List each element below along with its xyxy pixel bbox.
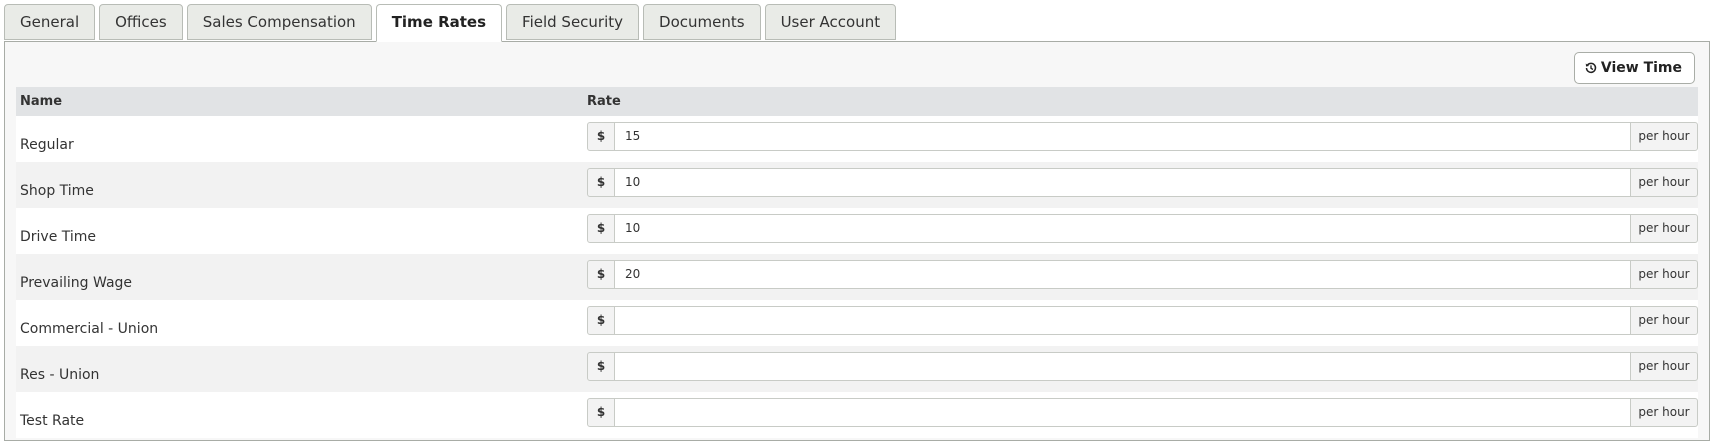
table-row: Shop Time $ per hour — [16, 162, 1698, 208]
view-time-button[interactable]: View Time — [1573, 52, 1695, 84]
table-body: Regular $ per hour Shop Time $ per hour … — [16, 116, 1698, 438]
unit-addon: per hour — [1630, 167, 1698, 197]
currency-addon: $ — [587, 167, 615, 197]
tab-sales-compensation[interactable]: Sales Compensation — [186, 4, 372, 40]
tab-user-account[interactable]: User Account — [764, 4, 897, 40]
rate-input[interactable] — [615, 121, 1630, 151]
rate-input[interactable] — [615, 259, 1630, 289]
rate-name: Shop Time — [20, 183, 94, 199]
table-header: Name Rate — [16, 87, 1698, 116]
rate-name: Res - Union — [20, 367, 100, 383]
rate-name: Commercial - Union — [20, 321, 159, 337]
rate-input-group: $ per hour — [587, 305, 1698, 335]
rate-input[interactable] — [615, 397, 1630, 427]
unit-addon: per hour — [1630, 351, 1698, 381]
rate-input[interactable] — [615, 167, 1630, 197]
rate-input-group: $ per hour — [587, 167, 1698, 197]
rate-input-group: $ per hour — [587, 213, 1698, 243]
table-row: Regular $ per hour — [16, 116, 1698, 162]
table-row: Drive Time $ per hour — [16, 208, 1698, 254]
rate-name: Regular — [20, 137, 74, 153]
table-row: Res - Union $ per hour — [16, 346, 1698, 392]
currency-addon: $ — [587, 397, 615, 427]
currency-addon: $ — [587, 351, 615, 381]
rates-table: Name Rate Regular $ per hour Shop Time $… — [16, 87, 1698, 438]
currency-addon: $ — [587, 305, 615, 335]
currency-addon: $ — [587, 213, 615, 243]
rate-input-group: $ per hour — [587, 259, 1698, 289]
rate-name: Test Rate — [20, 413, 85, 429]
column-header-name: Name — [20, 94, 63, 109]
unit-addon: per hour — [1630, 121, 1698, 151]
tab-offices[interactable]: Offices — [99, 4, 183, 40]
rate-input[interactable] — [615, 305, 1630, 335]
tab-field-security[interactable]: Field Security — [506, 4, 640, 40]
column-header-rate: Rate — [587, 94, 621, 109]
tab-time-rates[interactable]: Time Rates — [375, 4, 503, 42]
tab-documents[interactable]: Documents — [643, 4, 761, 40]
rate-name: Drive Time — [20, 229, 97, 245]
view-time-label: View Time — [1600, 60, 1682, 76]
unit-addon: per hour — [1630, 305, 1698, 335]
rate-input-group: $ per hour — [587, 351, 1698, 381]
unit-addon: per hour — [1630, 397, 1698, 427]
table-row: Test Rate $ per hour — [16, 392, 1698, 438]
unit-addon: per hour — [1630, 213, 1698, 243]
rate-input-group: $ per hour — [587, 121, 1698, 151]
currency-addon: $ — [587, 259, 615, 289]
rate-input-group: $ per hour — [587, 397, 1698, 427]
rate-input[interactable] — [615, 351, 1630, 381]
table-row: Prevailing Wage $ per hour — [16, 254, 1698, 300]
table-row: Commercial - Union $ per hour — [16, 300, 1698, 346]
tab-bar: General Offices Sales Compensation Time … — [4, 4, 897, 42]
currency-addon: $ — [587, 121, 615, 151]
history-icon — [1585, 62, 1597, 74]
time-rates-panel: View Time Name Rate Regular $ per hour S… — [4, 41, 1710, 441]
rate-input[interactable] — [615, 213, 1630, 243]
unit-addon: per hour — [1630, 259, 1698, 289]
tab-general[interactable]: General — [4, 4, 96, 40]
rate-name: Prevailing Wage — [20, 275, 133, 291]
